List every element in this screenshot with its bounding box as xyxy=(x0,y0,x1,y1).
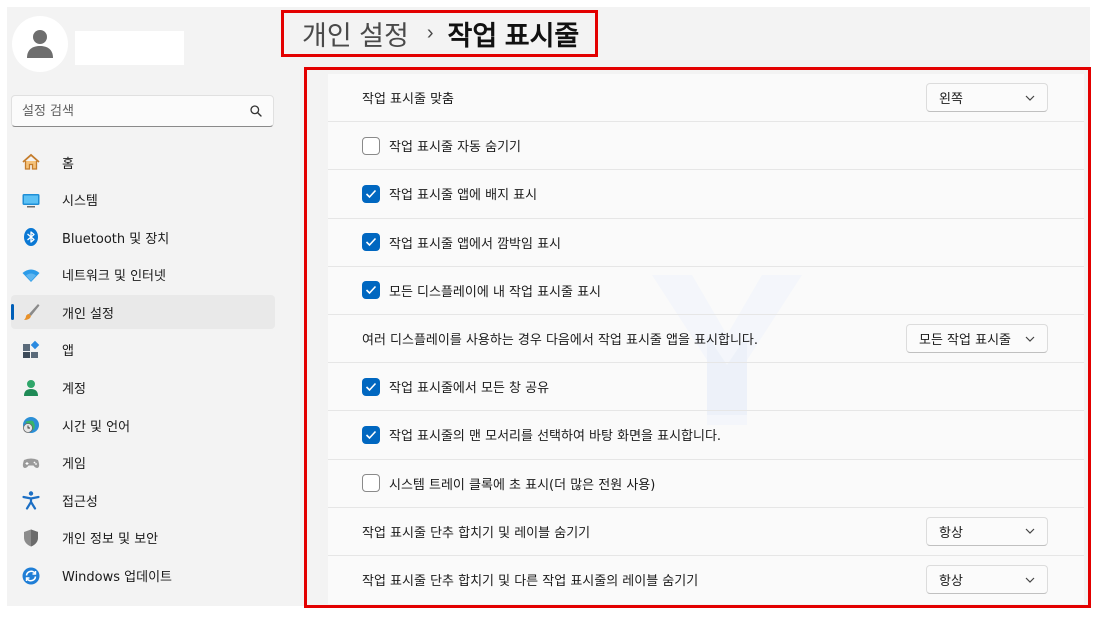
check-icon xyxy=(365,430,377,440)
breadcrumb-parent[interactable]: 개인 설정 xyxy=(302,14,409,53)
sidebar-item-accounts[interactable]: 계정 xyxy=(11,371,275,405)
sidebar-item-personalization[interactable]: 개인 설정 xyxy=(11,295,275,330)
combine-buttons-dropdown[interactable]: 항상 xyxy=(926,516,1048,546)
setting-row-corner-desktop[interactable]: 작업 표시줄의 맨 모서리를 선택하여 바탕 화면을 표시합니다. xyxy=(328,411,1084,460)
chevron-down-icon xyxy=(1025,528,1035,535)
show-badges-checkbox[interactable] xyxy=(362,184,380,203)
sidebar-item-home[interactable]: 홈 xyxy=(11,145,275,179)
sidebar-item-time-language[interactable]: 시간 및 언어 xyxy=(11,408,275,442)
setting-label: 작업 표시줄 단추 합치기 및 다른 작업 표시줄의 레이블 숨기기 xyxy=(362,574,699,590)
setting-label: 작업 표시줄에서 모든 창 공유 xyxy=(389,381,550,397)
all-displays-checkbox[interactable] xyxy=(362,281,380,300)
user-icon xyxy=(27,30,53,58)
gamepad-icon xyxy=(21,453,41,473)
multi-display-apps-dropdown[interactable]: 모든 작업 표시줄 xyxy=(906,324,1048,354)
breadcrumb: 개인 설정 › 작업 표시줄 xyxy=(281,10,599,57)
setting-label: 모든 디스플레이에 내 작업 표시줄 표시 xyxy=(389,284,602,300)
sidebar-item-label: 개인 정보 및 보안 xyxy=(62,532,159,548)
sidebar-item-label: Bluetooth 및 장치 xyxy=(62,231,170,247)
brush-icon xyxy=(21,302,41,322)
user-name-redacted xyxy=(75,31,184,65)
breadcrumb-separator: › xyxy=(426,22,434,44)
check-icon xyxy=(365,286,377,295)
setting-row-show-badges[interactable]: 작업 표시줄 앱에 배지 표시 xyxy=(328,170,1084,219)
settings-window: 홈 시스템 Bluetooth 및 장치 네트워크 및 인터넷 xyxy=(7,7,1091,608)
account-icon xyxy=(21,378,41,398)
settings-list: 작업 표시줄 맞춤 왼쪽 작업 표시줄 자동 숨기기 작업 표시줄 앱에 배지 … xyxy=(328,74,1084,605)
setting-label: 작업 표시줄 자동 숨기기 xyxy=(389,140,521,156)
check-icon xyxy=(365,382,377,391)
sidebar-item-network[interactable]: 네트워크 및 인터넷 xyxy=(11,258,275,292)
taskbar-behaviors-panel: 작업 표시줄 맞춤 왼쪽 작업 표시줄 자동 숨기기 작업 표시줄 앱에 배지 … xyxy=(304,67,1091,608)
setting-label: 여러 디스플레이를 사용하는 경우 다음에서 작업 표시줄 앱을 표시합니다. xyxy=(362,333,758,349)
page-title: 작업 표시줄 xyxy=(447,21,580,51)
setting-row-multi-display-apps: 여러 디스플레이를 사용하는 경우 다음에서 작업 표시줄 앱을 표시합니다. … xyxy=(328,314,1084,364)
sidebar-item-gaming[interactable]: 게임 xyxy=(11,446,275,480)
setting-row-combine-buttons-other: 작업 표시줄 단추 합치기 및 다른 작업 표시줄의 레이블 숨기기 항상 xyxy=(328,555,1084,605)
sidebar: 홈 시스템 Bluetooth 및 장치 네트워크 및 인터넷 xyxy=(7,7,283,606)
sidebar-item-system[interactable]: 시스템 xyxy=(11,183,275,217)
sidebar-item-label: 계정 xyxy=(62,382,86,398)
show-flashing-checkbox[interactable] xyxy=(362,233,380,252)
sidebar-item-label: 시간 및 언어 xyxy=(62,419,131,435)
sidebar-item-label: 접근성 xyxy=(62,494,98,510)
setting-label: 작업 표시줄의 맨 모서리를 선택하여 바탕 화면을 표시합니다. xyxy=(389,429,722,445)
setting-row-share-windows[interactable]: 작업 표시줄에서 모든 창 공유 xyxy=(328,363,1084,412)
sidebar-item-label: 시스템 xyxy=(62,194,98,210)
dropdown-value: 항상 xyxy=(939,574,963,590)
check-icon xyxy=(365,189,377,199)
dropdown-value: 모든 작업 표시줄 xyxy=(919,333,1011,349)
accessibility-icon xyxy=(21,490,41,510)
setting-row-all-displays[interactable]: 모든 디스플레이에 내 작업 표시줄 표시 xyxy=(328,266,1084,315)
dropdown-value: 항상 xyxy=(939,525,963,541)
search-input[interactable] xyxy=(22,103,249,119)
sidebar-item-windows-update[interactable]: Windows 업데이트 xyxy=(11,559,275,593)
dropdown-value: 왼쪽 xyxy=(939,92,963,108)
search-box xyxy=(11,95,274,127)
setting-label: 시스템 트레이 클록에 초 표시(더 많은 전원 사용) xyxy=(389,477,656,493)
sidebar-item-accessibility[interactable]: 접근성 xyxy=(11,483,275,517)
setting-label: 작업 표시줄 단추 합치기 및 레이블 숨기기 xyxy=(362,525,591,541)
setting-label: 작업 표시줄 앱에 배지 표시 xyxy=(389,188,538,204)
system-icon xyxy=(21,190,41,210)
setting-label: 작업 표시줄 맞춤 xyxy=(362,92,454,108)
home-icon xyxy=(21,152,41,172)
search-icon[interactable] xyxy=(249,104,263,118)
apps-icon xyxy=(21,340,41,360)
setting-row-show-flashing[interactable]: 작업 표시줄 앱에서 깜박임 표시 xyxy=(328,218,1084,267)
sidebar-nav: 홈 시스템 Bluetooth 및 장치 네트워크 및 인터넷 개인 설정 앱 … xyxy=(11,145,275,596)
setting-row-auto-hide[interactable]: 작업 표시줄 자동 숨기기 xyxy=(328,122,1084,171)
chevron-down-icon xyxy=(1025,336,1035,342)
setting-row-taskbar-alignment: 작업 표시줄 맞춤 왼쪽 xyxy=(328,74,1084,123)
taskbar-alignment-dropdown[interactable]: 왼쪽 xyxy=(926,83,1048,113)
auto-hide-checkbox[interactable] xyxy=(362,136,380,155)
sidebar-item-label: 네트워크 및 인터넷 xyxy=(62,269,166,285)
sidebar-item-label: 홈 xyxy=(62,156,74,172)
shield-icon xyxy=(21,528,41,548)
user-avatar[interactable] xyxy=(12,16,68,72)
sidebar-item-bluetooth[interactable]: Bluetooth 및 장치 xyxy=(11,220,275,254)
setting-row-combine-buttons: 작업 표시줄 단추 합치기 및 레이블 숨기기 항상 xyxy=(328,507,1084,556)
clock-seconds-checkbox[interactable] xyxy=(362,474,380,493)
update-icon xyxy=(21,566,41,586)
share-windows-checkbox[interactable] xyxy=(362,377,380,396)
globe-clock-icon xyxy=(21,415,41,435)
sidebar-item-label: 개인 설정 xyxy=(62,306,114,322)
corner-desktop-checkbox[interactable] xyxy=(362,425,380,444)
wifi-icon xyxy=(21,265,41,285)
check-icon xyxy=(365,238,377,247)
chevron-down-icon xyxy=(1025,95,1035,101)
sidebar-item-label: 게임 xyxy=(62,457,86,473)
setting-row-clock-seconds[interactable]: 시스템 트레이 클록에 초 표시(더 많은 전원 사용) xyxy=(328,459,1084,508)
bluetooth-icon xyxy=(21,227,41,247)
setting-label: 작업 표시줄 앱에서 깜박임 표시 xyxy=(389,236,562,252)
combine-buttons-other-dropdown[interactable]: 항상 xyxy=(926,565,1048,595)
sidebar-item-privacy[interactable]: 개인 정보 및 보안 xyxy=(11,521,275,555)
sidebar-item-label: 앱 xyxy=(62,344,74,360)
sidebar-item-label: Windows 업데이트 xyxy=(62,570,173,586)
chevron-down-icon xyxy=(1025,577,1035,583)
sidebar-item-apps[interactable]: 앱 xyxy=(11,333,275,367)
